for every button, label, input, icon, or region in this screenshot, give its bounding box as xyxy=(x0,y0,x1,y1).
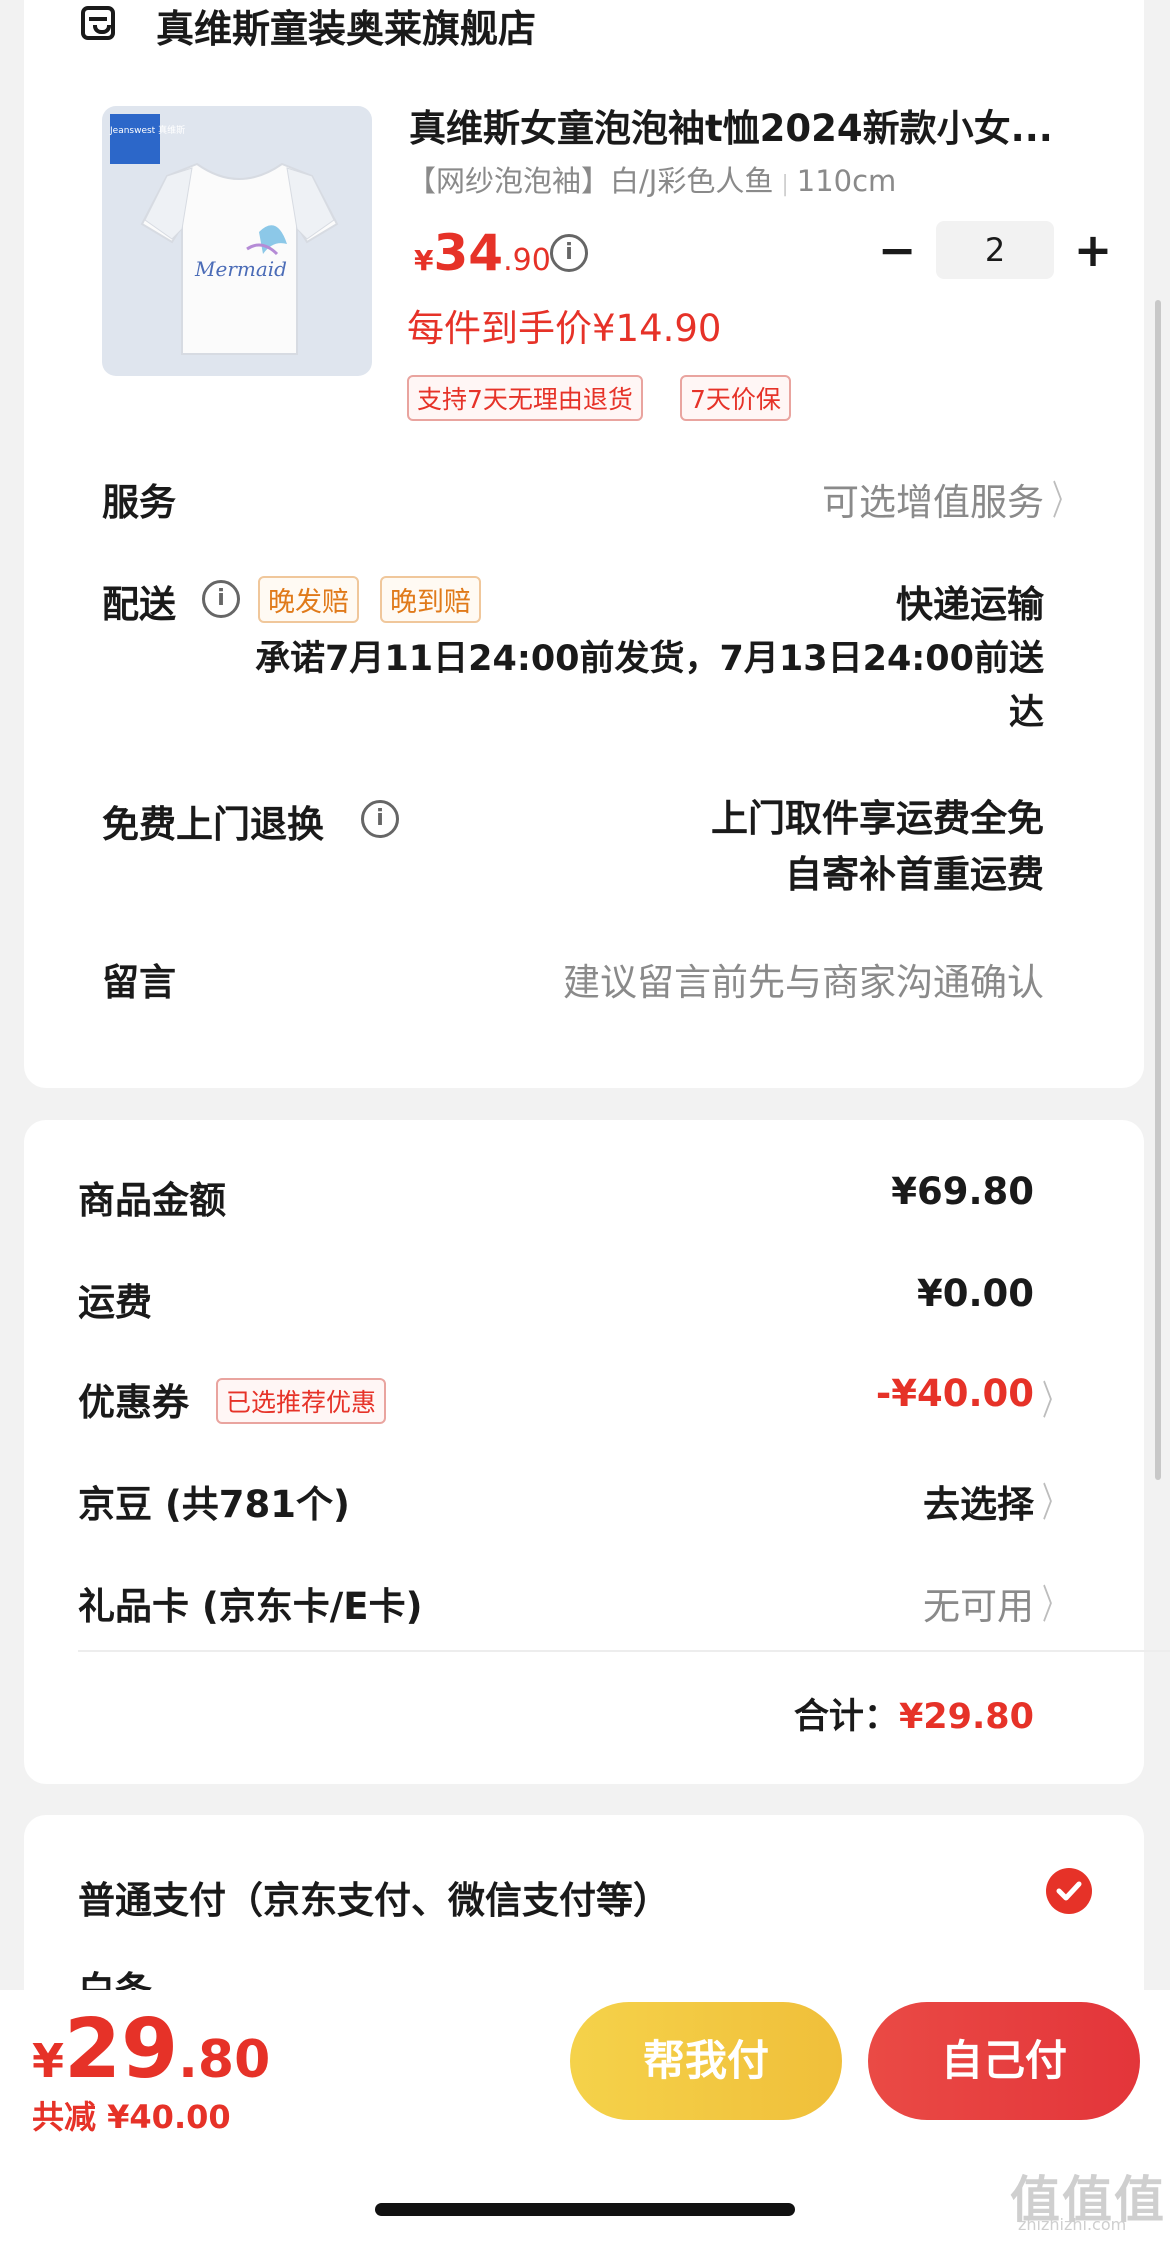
store-icon xyxy=(81,6,115,40)
payment-selected-check-icon[interactable] xyxy=(1046,1868,1092,1914)
coupon-chevron-icon[interactable]: 〉 xyxy=(1042,1368,1066,1426)
summary-total: 合计：¥29.80 xyxy=(794,1688,1034,1739)
bottom-discount: 共减 ¥40.00 xyxy=(32,2098,231,2136)
coupon-label: 优惠券 xyxy=(78,1381,189,1424)
jingdou-select[interactable]: 去选择 xyxy=(923,1474,1034,1528)
scrollbar[interactable] xyxy=(1155,300,1161,1480)
shirt-illustration: Mermaid xyxy=(140,162,339,355)
watermark-url: zhizhizhi.com xyxy=(1018,2215,1127,2234)
delivery-promise-line2: 达 xyxy=(1008,693,1044,733)
service-label: 服务 xyxy=(102,481,176,524)
order-item-card: 真维斯童装奥莱旗舰店 Jeanswest 真维斯 Mermaid 真维斯女童泡泡… xyxy=(24,0,1144,1088)
home-indicator[interactable] xyxy=(375,2203,795,2216)
price-info-icon[interactable]: i xyxy=(550,234,588,272)
coupon-recommend-tag: 已选推荐优惠 xyxy=(216,1378,387,1424)
delivery-label: 配送 xyxy=(102,583,176,626)
delivery-promise-line1: 承诺7月11日24:00前发货，7月13日24:00前送 xyxy=(255,639,1044,679)
giftcard-label: 礼品卡 (京东卡/E卡) xyxy=(78,1585,423,1628)
delivery-method[interactable]: 快递运输 xyxy=(896,574,1044,628)
return-policy-tag: 支持7天无理由退货 xyxy=(407,375,643,421)
service-chevron-icon[interactable]: 〉 xyxy=(1052,468,1076,526)
total-value: ¥29.80 xyxy=(898,1697,1034,1737)
quantity-increase-button[interactable]: + xyxy=(1068,225,1118,275)
free-return-line1: 上门取件享运费全免 xyxy=(711,797,1044,840)
self-pay-button[interactable]: 自己付 xyxy=(868,2002,1140,2120)
store-name[interactable]: 真维斯童装奥莱旗舰店 xyxy=(156,0,536,53)
svg-text:Mermaid: Mermaid xyxy=(194,257,287,281)
message-input[interactable]: 建议留言前先与商家沟通确认 xyxy=(563,952,1044,1006)
product-image[interactable]: Jeanswest 真维斯 Mermaid xyxy=(102,106,372,376)
service-value[interactable]: 可选增值服务 xyxy=(822,472,1044,526)
free-return-info-icon[interactable]: i xyxy=(361,800,399,838)
shipping-fee-value: ¥0.00 xyxy=(916,1272,1034,1315)
bottom-total-price: ¥29.80 xyxy=(32,2002,271,2097)
payment-option-normal[interactable]: 普通支付（京东支付、微信支付等） xyxy=(78,1870,670,1924)
jingdou-label: 京豆 (共781个) xyxy=(78,1483,350,1526)
late-ship-tag: 晚发赔 xyxy=(258,576,359,623)
total-label: 合计： xyxy=(793,1697,899,1737)
help-pay-button[interactable]: 帮我付 xyxy=(570,2002,842,2120)
summary-divider xyxy=(78,1650,1170,1652)
giftcard-chevron-icon[interactable]: 〉 xyxy=(1042,1572,1066,1630)
goods-amount-value: ¥69.80 xyxy=(891,1170,1034,1213)
free-return-line2: 自寄补首重运费 xyxy=(785,853,1044,896)
message-label: 留言 xyxy=(102,961,176,1004)
quantity-decrease-button[interactable]: − xyxy=(872,225,922,275)
product-title[interactable]: 真维斯女童泡泡袖t恤2024新款小女... xyxy=(409,98,1109,152)
delivery-info-icon[interactable]: i xyxy=(202,580,240,618)
unit-price: 每件到手价¥14.90 xyxy=(407,307,722,350)
free-return-label: 免费上门退换 xyxy=(102,803,324,846)
late-arrive-tag: 晚到赔 xyxy=(380,576,481,623)
shipping-fee-label: 运费 xyxy=(78,1281,152,1324)
price-protect-tag: 7天价保 xyxy=(680,375,791,421)
coupon-value[interactable]: -¥40.00 xyxy=(876,1372,1034,1415)
giftcard-value[interactable]: 无可用 xyxy=(923,1576,1034,1630)
spec-size: 110cm xyxy=(796,164,897,198)
product-spec[interactable]: 【网纱泡泡袖】白/J彩色人鱼 | 110cm xyxy=(407,158,896,200)
goods-amount-label: 商品金额 xyxy=(78,1179,226,1222)
quantity-input[interactable]: 2 xyxy=(936,221,1054,279)
spec-variant: 【网纱泡泡袖】白/J彩色人鱼 xyxy=(407,164,774,198)
spec-separator: | xyxy=(781,172,789,197)
product-price: ¥34.90 xyxy=(414,224,551,282)
jingdou-chevron-icon[interactable]: 〉 xyxy=(1042,1470,1066,1528)
